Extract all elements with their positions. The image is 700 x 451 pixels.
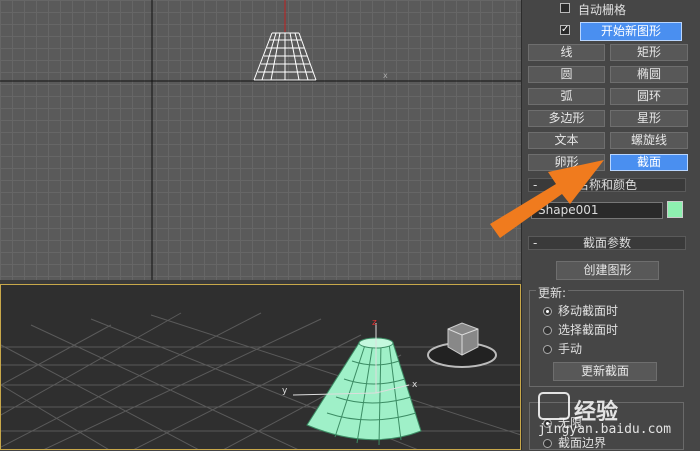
name-color-rollout-header[interactable]: - 名称和颜色 (528, 178, 686, 192)
section-params-rollout-header[interactable]: - 截面参数 (528, 236, 686, 250)
shape-button-section[interactable]: 截面 (610, 154, 688, 171)
persp-axis-x-label: x (412, 380, 418, 390)
start-new-shape-checkbox[interactable]: ✓ (560, 25, 570, 35)
top-viewport[interactable]: x (0, 0, 521, 280)
shape-button-rectangle[interactable]: 矩形 (610, 44, 688, 61)
shape-button-helix[interactable]: 螺旋线 (610, 132, 688, 149)
object-color-swatch[interactable] (667, 201, 683, 218)
shape-button-star[interactable]: 星形 (610, 110, 688, 127)
section-params-rollout-title: 截面参数 (582, 236, 631, 250)
top-axis-x-label: x (383, 71, 388, 80)
auto-grid-checkbox[interactable] (560, 3, 570, 13)
shape-button-egg[interactable]: 卵形 (528, 154, 605, 171)
viewcube-icon (427, 322, 497, 368)
update-option-select: 选择截面时 (558, 323, 619, 337)
shape-button-arc[interactable]: 弧 (528, 88, 605, 105)
update-radio-move[interactable] (543, 307, 552, 316)
name-color-rollout-title: 名称和颜色 (576, 178, 637, 192)
shape-button-text[interactable]: 文本 (528, 132, 605, 149)
start-new-shape-button[interactable]: 开始新图形 (580, 22, 682, 41)
object-name-field[interactable]: Shape001 (531, 202, 663, 219)
update-section-button[interactable]: 更新截面 (553, 362, 657, 381)
shape-button-donut[interactable]: 圆环 (610, 88, 688, 105)
update-group-label: 更新: (536, 284, 569, 301)
create-shape-button[interactable]: 创建图形 (556, 261, 659, 280)
shape-button-ngon[interactable]: 多边形 (528, 110, 605, 127)
extent-radio-infinite[interactable] (543, 419, 552, 428)
extent-option-boundary: 截面边界 (558, 436, 607, 450)
auto-grid-label: 自动栅格 (578, 3, 627, 17)
cone-wireframe (253, 32, 317, 81)
extents-group (529, 402, 684, 450)
perspective-grid (1, 312, 520, 449)
update-option-manual: 手动 (558, 342, 583, 356)
extent-radio-boundary[interactable] (543, 439, 552, 448)
top-viewport-canvas: x (0, 0, 521, 280)
shape-button-line[interactable]: 线 (528, 44, 605, 61)
perspective-viewport-canvas: z x y (1, 312, 520, 449)
perspective-viewport[interactable]: z x y (0, 284, 521, 450)
update-radio-manual[interactable] (543, 345, 552, 354)
extent-option-infinite: 无限 (558, 416, 583, 430)
persp-axis-z-label: z (372, 318, 377, 328)
shape-button-ellipse[interactable]: 椭圆 (610, 66, 688, 83)
shape-button-circle[interactable]: 圆 (528, 66, 605, 83)
update-radio-select[interactable] (543, 326, 552, 335)
update-option-move: 移动截面时 (558, 304, 619, 318)
persp-axis-y-label: y (282, 386, 288, 396)
